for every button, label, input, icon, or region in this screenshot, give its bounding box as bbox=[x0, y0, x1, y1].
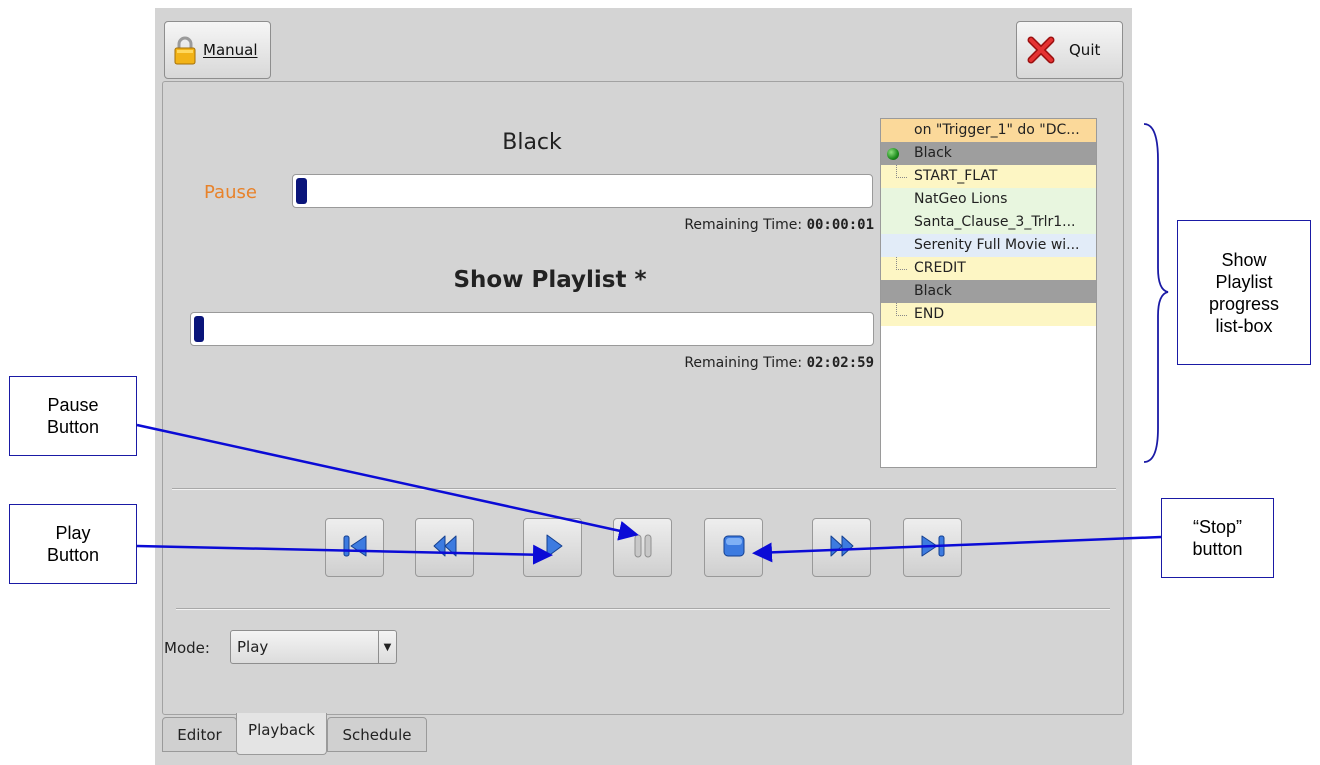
listbox-brace bbox=[1143, 123, 1169, 463]
annotation-overlay bbox=[136, 123, 1169, 565]
pause-annotation-arrow bbox=[136, 423, 639, 541]
play-annotation-arrow bbox=[136, 544, 553, 565]
stop-annotation-arrow bbox=[752, 535, 1162, 563]
